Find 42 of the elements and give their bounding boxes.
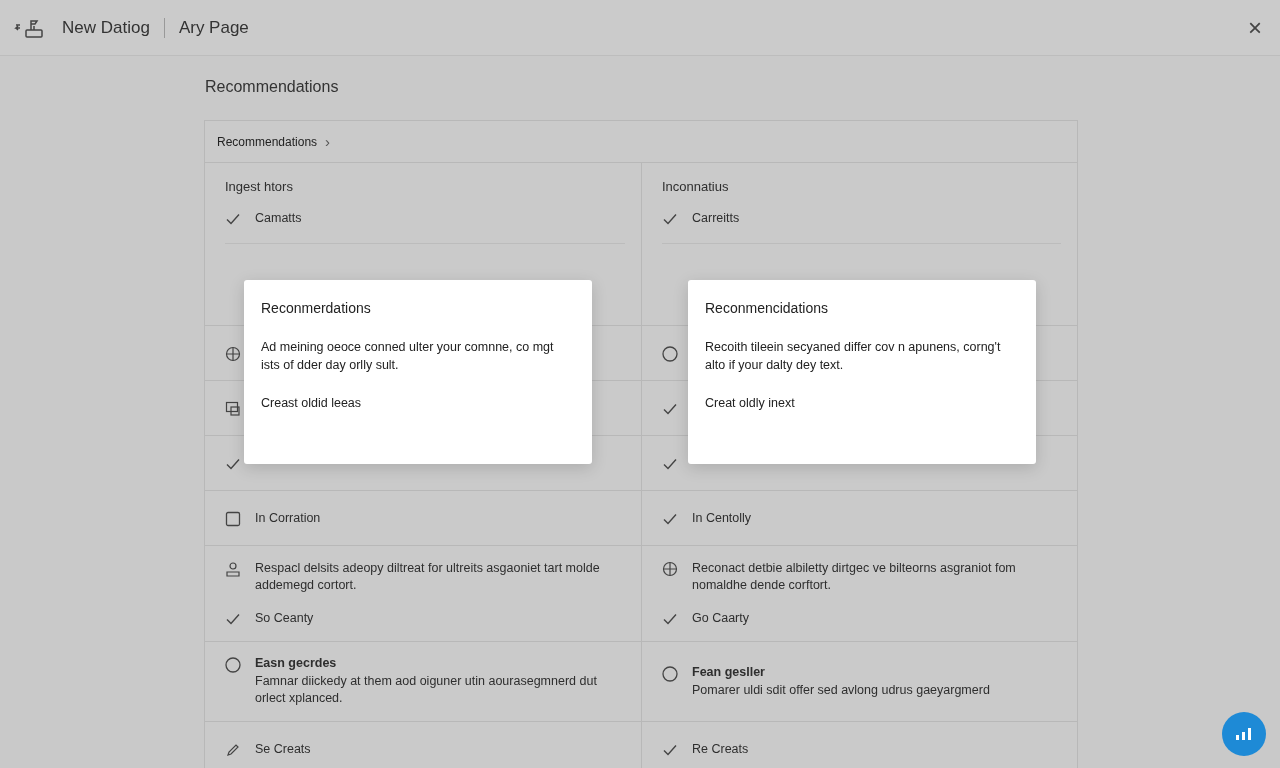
page-heading: Recommendations (205, 78, 340, 97)
check-icon (225, 611, 241, 627)
item-label: Se Creats (255, 740, 311, 758)
check-icon (662, 211, 678, 227)
page-title: Ary Page (178, 17, 249, 38)
grid-icon (662, 561, 678, 577)
item-label: Camatts (255, 210, 302, 227)
breadcrumb-link[interactable]: Recommendations (217, 134, 318, 149)
doc-icon (225, 400, 241, 417)
square-icon (225, 510, 241, 527)
dialog-title: New Datiog (62, 17, 150, 38)
item-label: Reconact detbie albiletty dirtgec ve bilteorns asgraniot fom nomaldhe dende corftort. (692, 560, 1017, 594)
section-heading: Inconnatius (662, 179, 730, 194)
grid-icon (225, 345, 241, 362)
item-label: In Corration (255, 509, 321, 527)
item-label: Go Caarty (692, 610, 749, 627)
circle-icon (662, 345, 678, 362)
item-label: Re Creats (692, 740, 749, 758)
item-label: Famnar diickedy at them aod oiguner utin aourasegmnerd dut orlect xplanced. (255, 673, 598, 707)
circle-icon (225, 657, 241, 673)
item-label: Respacl delsits adeopy diltreat for ultreits asgaoniet tart molde addemegd cortort. (255, 560, 601, 594)
popover-link[interactable]: Creast oldid leeas (261, 396, 362, 410)
section-heading: Ingest htors (225, 179, 294, 194)
item-label: Carreitts (692, 210, 740, 227)
circle-icon (662, 665, 678, 682)
check-icon (662, 611, 678, 627)
popover-text: Recoith tileein secyaned differ cov n apunens, corng't alto if your dalty dey text. (705, 339, 1002, 374)
popover-link[interactable]: Creat oldly inext (705, 396, 795, 410)
chevron-icon: › (325, 133, 331, 150)
popover-text: Ad meining oeoce conned ulter your comnne, co mgt ists of dder day orlly sult. (261, 339, 555, 374)
popover-title: Reconmerdations (261, 300, 372, 316)
popover-title: Reconmencidations (705, 300, 829, 316)
chart-button[interactable] (1222, 712, 1266, 756)
item-label: So Ceanty (255, 610, 314, 627)
item-title: Easn gecrdes (255, 656, 338, 670)
check-icon (225, 211, 241, 227)
bar-chart-icon (1235, 727, 1253, 741)
person-icon (225, 561, 241, 577)
item-label: In Centolly (692, 509, 752, 527)
close-button[interactable]: × (1244, 13, 1266, 42)
item-title: Fean gesller (692, 664, 766, 679)
item-label: Pomarer uldi sdit offer sed avlong udrus gaeyargmerd (692, 681, 990, 699)
